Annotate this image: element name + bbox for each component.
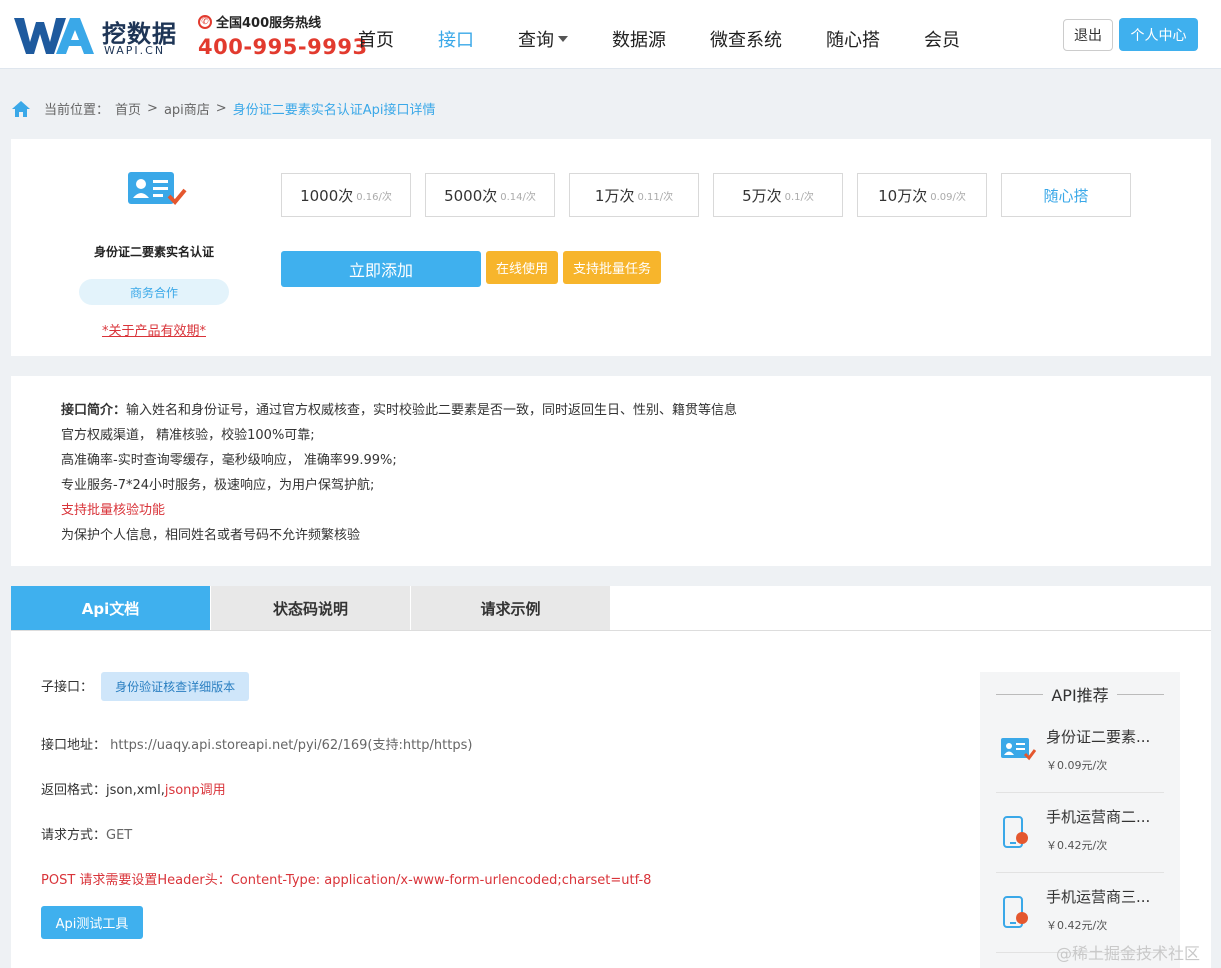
package-option[interactable]: 5000次 0.14/次	[425, 173, 555, 217]
intro-desc: 输入姓名和身份证号，通过官方权威核查，实时校验此二要素是否一致，同时返回生日、性…	[126, 403, 738, 418]
main-nav: 首页 接口 查询 数据源 微查系统 随心搭 会员	[358, 26, 1004, 52]
recommend-price: ￥0.42元/次	[1046, 839, 1108, 852]
package-option[interactable]: 1万次 0.11/次	[569, 173, 699, 217]
package-qty: 5万次	[742, 186, 782, 205]
package-option[interactable]: 5万次 0.1/次	[713, 173, 843, 217]
breadcrumb-separator: >	[147, 101, 158, 116]
divider	[996, 693, 1044, 695]
recommend-name: 身份证二要素...	[1046, 728, 1151, 746]
product-actions: 立即添加 在线使用 支持批量任务	[281, 251, 666, 287]
nav-item-query[interactable]: 查询	[518, 26, 568, 52]
docs-panel: Api文档 状态码说明 请求示例 子接口： 身份验证核查详细版本 接口地址： h…	[11, 586, 1211, 968]
post-header-note: POST 请求需要设置Header头：Content-Type: applica…	[41, 873, 652, 888]
address-value: https://uaqy.api.storeapi.net/pyi/62/169…	[110, 738, 473, 753]
nav-item-datasource[interactable]: 数据源	[612, 26, 666, 52]
logout-button[interactable]: 退出	[1063, 19, 1113, 51]
id-card-icon	[128, 172, 187, 205]
package-qty: 1000次	[300, 186, 354, 205]
package-options: 1000次 0.16/次 5000次 0.14/次 1万次 0.11/次 5万次…	[281, 173, 1145, 217]
caret-down-icon	[558, 36, 568, 42]
intro-line: 接口简介：输入姓名和身份证号，通过官方权威核查，实时校验此二要素是否一致，同时返…	[61, 398, 737, 423]
site-header: 挖数据 WAPI.CN ✆ 全国400服务热线 400-995-9993 首页 …	[0, 0, 1221, 69]
recommend-price: ￥0.42元/次	[1046, 919, 1108, 932]
format-label: 返回格式：	[41, 783, 107, 798]
format-value: json,xml,	[106, 783, 165, 798]
sub-interface-label: 子接口：	[41, 680, 94, 695]
method-label: 请求方式：	[41, 828, 107, 843]
nav-item-home[interactable]: 首页	[358, 26, 394, 52]
package-price: 0.14/次	[500, 191, 536, 203]
recommend-name: 手机运营商三...	[1046, 888, 1151, 906]
package-price: 0.11/次	[637, 191, 674, 203]
nav-item-custom[interactable]: 随心搭	[826, 26, 880, 52]
nav-item-query-label: 查询	[518, 30, 554, 51]
method-row: 请求方式：GET	[41, 824, 132, 843]
package-qty: 1万次	[594, 186, 635, 205]
intro-line: 高准确率-实时查询零缓存，毫秒级响应， 准确率99.99%;	[61, 453, 397, 468]
intro-panel: 接口简介：输入姓名和身份证号，通过官方权威核查，实时校验此二要素是否一致，同时返…	[11, 376, 1211, 566]
nav-item-api[interactable]: 接口	[438, 26, 474, 52]
breadcrumb-home[interactable]: 首页	[115, 99, 141, 118]
user-center-button[interactable]: 个人中心	[1119, 18, 1198, 51]
hotline: ✆ 全国400服务热线 400-995-9993	[198, 12, 368, 59]
online-use-button[interactable]: 在线使用	[486, 251, 559, 284]
package-price: 0.09/次	[930, 191, 966, 203]
id-card-icon	[1001, 738, 1036, 761]
home-icon[interactable]	[12, 100, 30, 117]
docs-tabs: Api文档 状态码说明 请求示例	[11, 586, 1211, 631]
hotline-label: 全国400服务热线	[216, 16, 322, 31]
tab-api-doc[interactable]: Api文档	[11, 586, 210, 630]
tab-status-codes[interactable]: 状态码说明	[211, 586, 410, 630]
custom-package-option[interactable]: 随心搭	[1001, 173, 1131, 217]
validity-link[interactable]: *关于产品有效期*	[11, 320, 297, 339]
watermark: @稀土掘金技术社区	[1056, 944, 1201, 963]
divider	[1116, 693, 1165, 695]
batch-task-button[interactable]: 支持批量任务	[563, 251, 662, 284]
wa-logo-icon	[14, 18, 94, 54]
breadcrumb-label: 当前位置：	[44, 103, 110, 118]
jsonp-link[interactable]: jsonp调用	[165, 783, 226, 798]
package-option[interactable]: 1000次 0.16/次	[281, 173, 411, 217]
product-panel: 身份证二要素实名认证 商务合作 *关于产品有效期* 1000次 0.16/次 5…	[11, 139, 1211, 356]
recommend-title: API推荐	[1051, 686, 1109, 705]
package-option[interactable]: 10万次 0.09/次	[857, 173, 987, 217]
method-value: GET	[106, 828, 133, 843]
site-logo[interactable]: 挖数据 WAPI.CN	[14, 12, 184, 58]
hotline-number: 400-995-9993	[198, 35, 368, 59]
product-name: 身份证二要素实名认证	[93, 245, 214, 259]
breadcrumb-separator: >	[215, 101, 227, 116]
breadcrumb-shop[interactable]: api商店	[164, 99, 210, 118]
intro-line: 为保护个人信息，相同姓名或者号码不允许频繁核验	[61, 528, 361, 543]
intro-batch-note: 支持批量核验功能	[61, 503, 166, 518]
intro-line: 专业服务-7*24小时服务，极速响应，为用户保驾护航;	[61, 478, 375, 493]
tab-request-example[interactable]: 请求示例	[411, 586, 610, 630]
phone-2-icon	[1003, 816, 1028, 848]
package-qty: 5000次	[444, 186, 498, 205]
phone-3-icon	[1003, 896, 1028, 928]
recommend-item[interactable]: 身份证二要素... ￥0.09元/次	[996, 712, 1164, 793]
recommend-price: ￥0.09元/次	[1046, 759, 1108, 772]
business-cooperation-button[interactable]: 商务合作	[79, 279, 229, 305]
api-recommend: API推荐 身份证二要素... ￥0.09元/次 手机运营商二... ￥0.42	[980, 672, 1180, 968]
address-row: 接口地址： https://uaqy.api.storeapi.net/pyi/…	[41, 734, 472, 753]
recommend-name: 手机运营商二...	[1046, 808, 1151, 826]
brand-domain: WAPI.CN	[104, 44, 166, 57]
phone-icon: ✆	[198, 14, 212, 29]
api-test-tool-button[interactable]: Api测试工具	[41, 906, 143, 939]
nav-item-micro-query[interactable]: 微查系统	[710, 26, 782, 52]
add-now-button[interactable]: 立即添加	[281, 251, 481, 287]
format-row: 返回格式：json,xml,jsonp调用	[41, 779, 226, 798]
sub-interface-select[interactable]: 身份验证核查详细版本	[101, 672, 250, 701]
package-price: 0.1/次	[784, 191, 814, 203]
package-qty: 10万次	[878, 186, 928, 205]
breadcrumb: 当前位置： 首页 > api商店 > 身份证二要素实名认证Api接口详情	[12, 99, 435, 118]
intro-line: 官方权威渠道， 精准核验，校验100%可靠;	[61, 428, 315, 443]
nav-item-member[interactable]: 会员	[924, 26, 960, 52]
address-label: 接口地址：	[41, 738, 107, 753]
intro-label: 接口简介：	[61, 403, 127, 418]
package-price: 0.16/次	[356, 191, 392, 203]
breadcrumb-current: 身份证二要素实名认证Api接口详情	[232, 103, 436, 118]
recommend-item[interactable]: 手机运营商二... ￥0.42元/次	[996, 792, 1164, 873]
sub-interface-row: 子接口： 身份验证核查详细版本	[41, 672, 250, 701]
